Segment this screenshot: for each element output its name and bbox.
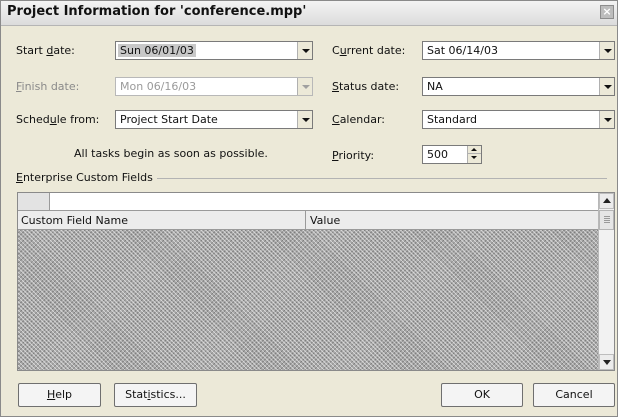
status-date-label: Status date:: [332, 80, 400, 93]
chevron-down-icon[interactable]: [599, 78, 614, 95]
current-date-value: Sat 06/14/03: [427, 44, 498, 57]
start-date-value: Sun 06/01/03: [118, 44, 196, 57]
spin-up-icon[interactable]: [467, 146, 481, 154]
priority-label: Priority:: [332, 149, 375, 162]
calendar-dropdown[interactable]: Standard: [422, 110, 615, 129]
grid-header: Custom Field Name Value: [18, 211, 599, 230]
start-date-dropdown[interactable]: Sun 06/01/03: [115, 41, 313, 60]
dialog-title: Project Information for 'conference.mpp': [7, 4, 307, 19]
grid-corner-cell[interactable]: [18, 193, 50, 210]
finish-date-value: Mon 06/16/03: [120, 80, 197, 93]
chevron-down-icon: [297, 78, 312, 95]
scroll-thumb[interactable]: [599, 210, 614, 230]
group-divider: [157, 178, 607, 179]
enterprise-custom-fields-label: Enterprise Custom Fields: [16, 171, 153, 184]
scroll-down-icon[interactable]: [599, 354, 614, 370]
chevron-down-icon[interactable]: [297, 42, 312, 59]
finish-date-label: Finish date:: [16, 80, 80, 93]
title-bar: Project Information for 'conference.mpp'…: [1, 1, 617, 26]
schedule-note: All tasks begin as soon as possible.: [74, 147, 268, 160]
project-information-dialog: Project Information for 'conference.mpp'…: [0, 0, 618, 417]
schedule-from-value: Project Start Date: [120, 113, 218, 126]
status-date-dropdown[interactable]: NA: [422, 77, 615, 96]
priority-spinner[interactable]: 500: [422, 145, 482, 164]
cancel-button[interactable]: Cancel: [533, 383, 615, 407]
chevron-down-icon[interactable]: [297, 111, 312, 128]
current-date-label: Current date:: [332, 44, 406, 57]
current-date-dropdown[interactable]: Sat 06/14/03: [422, 41, 615, 60]
close-icon[interactable]: ×: [600, 5, 614, 19]
calendar-value: Standard: [427, 113, 478, 126]
statistics-button[interactable]: Statistics...: [114, 383, 197, 407]
status-date-value: NA: [427, 80, 443, 93]
grid-edit-bar[interactable]: [18, 193, 599, 211]
help-button[interactable]: Help: [18, 383, 101, 407]
grid-vertical-scrollbar[interactable]: [598, 193, 614, 370]
schedule-from-dropdown[interactable]: Project Start Date: [115, 110, 313, 129]
column-header-value[interactable]: Value: [307, 211, 599, 229]
chevron-down-icon[interactable]: [599, 42, 614, 59]
calendar-label: Calendar:: [332, 113, 385, 126]
priority-value[interactable]: 500: [427, 148, 448, 161]
finish-date-dropdown: Mon 06/16/03: [115, 77, 313, 96]
enterprise-custom-fields-grid[interactable]: Custom Field Name Value: [17, 192, 615, 371]
chevron-down-icon[interactable]: [599, 111, 614, 128]
grid-empty-area: [18, 230, 599, 370]
start-date-label: Start date:: [16, 44, 75, 57]
scroll-up-icon[interactable]: [599, 193, 614, 209]
column-header-custom-field-name[interactable]: Custom Field Name: [18, 211, 306, 229]
ok-button[interactable]: OK: [441, 383, 523, 407]
spin-down-icon[interactable]: [467, 154, 481, 163]
schedule-from-label: Schedule from:: [16, 113, 100, 126]
